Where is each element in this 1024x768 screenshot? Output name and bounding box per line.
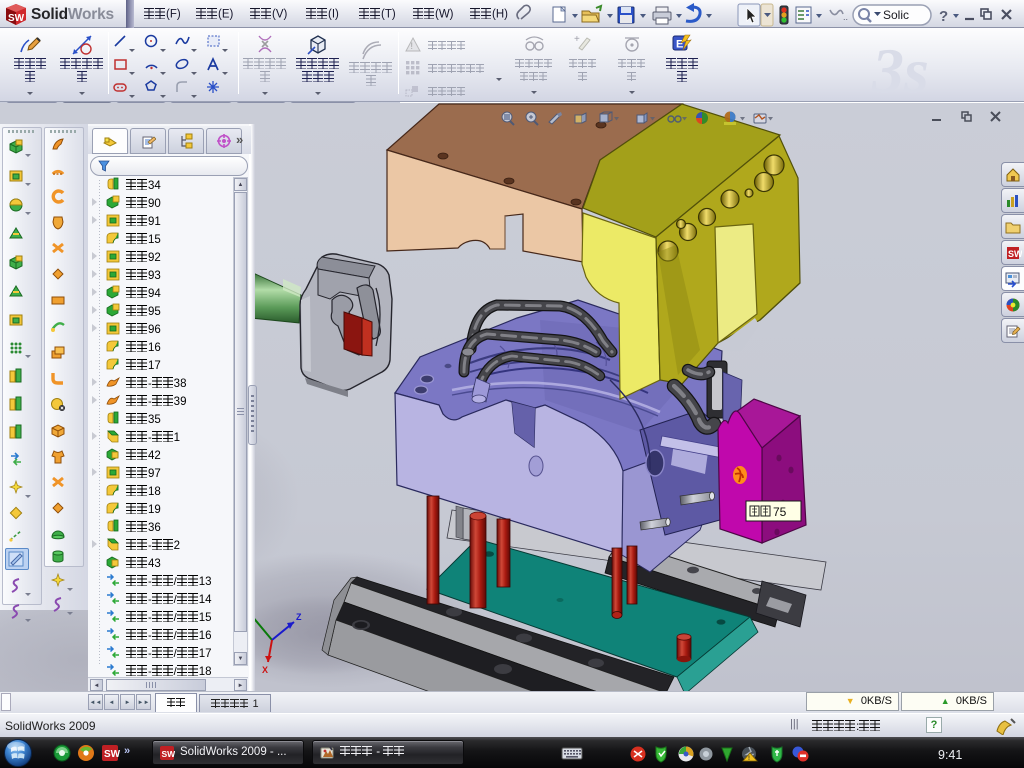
svg-text:SW: SW bbox=[1008, 249, 1022, 259]
svg-text:Z: Z bbox=[296, 612, 302, 622]
svg-text:SW: SW bbox=[8, 13, 25, 24]
svg-text:SW: SW bbox=[104, 749, 121, 760]
svg-text:?: ? bbox=[939, 8, 948, 25]
svg-text:SW: SW bbox=[162, 749, 176, 759]
svg-text:!: ! bbox=[748, 756, 750, 762]
svg-text:75: 75 bbox=[773, 505, 787, 519]
svg-text:Solic: Solic bbox=[883, 8, 909, 22]
svg-text:»: » bbox=[124, 745, 130, 757]
svg-text:!: ! bbox=[411, 41, 414, 51]
svg-text:9:41: 9:41 bbox=[938, 748, 962, 762]
svg-text:X: X bbox=[262, 665, 268, 675]
svg-text:+: + bbox=[574, 34, 580, 45]
svg-text:..: .. bbox=[843, 12, 848, 22]
